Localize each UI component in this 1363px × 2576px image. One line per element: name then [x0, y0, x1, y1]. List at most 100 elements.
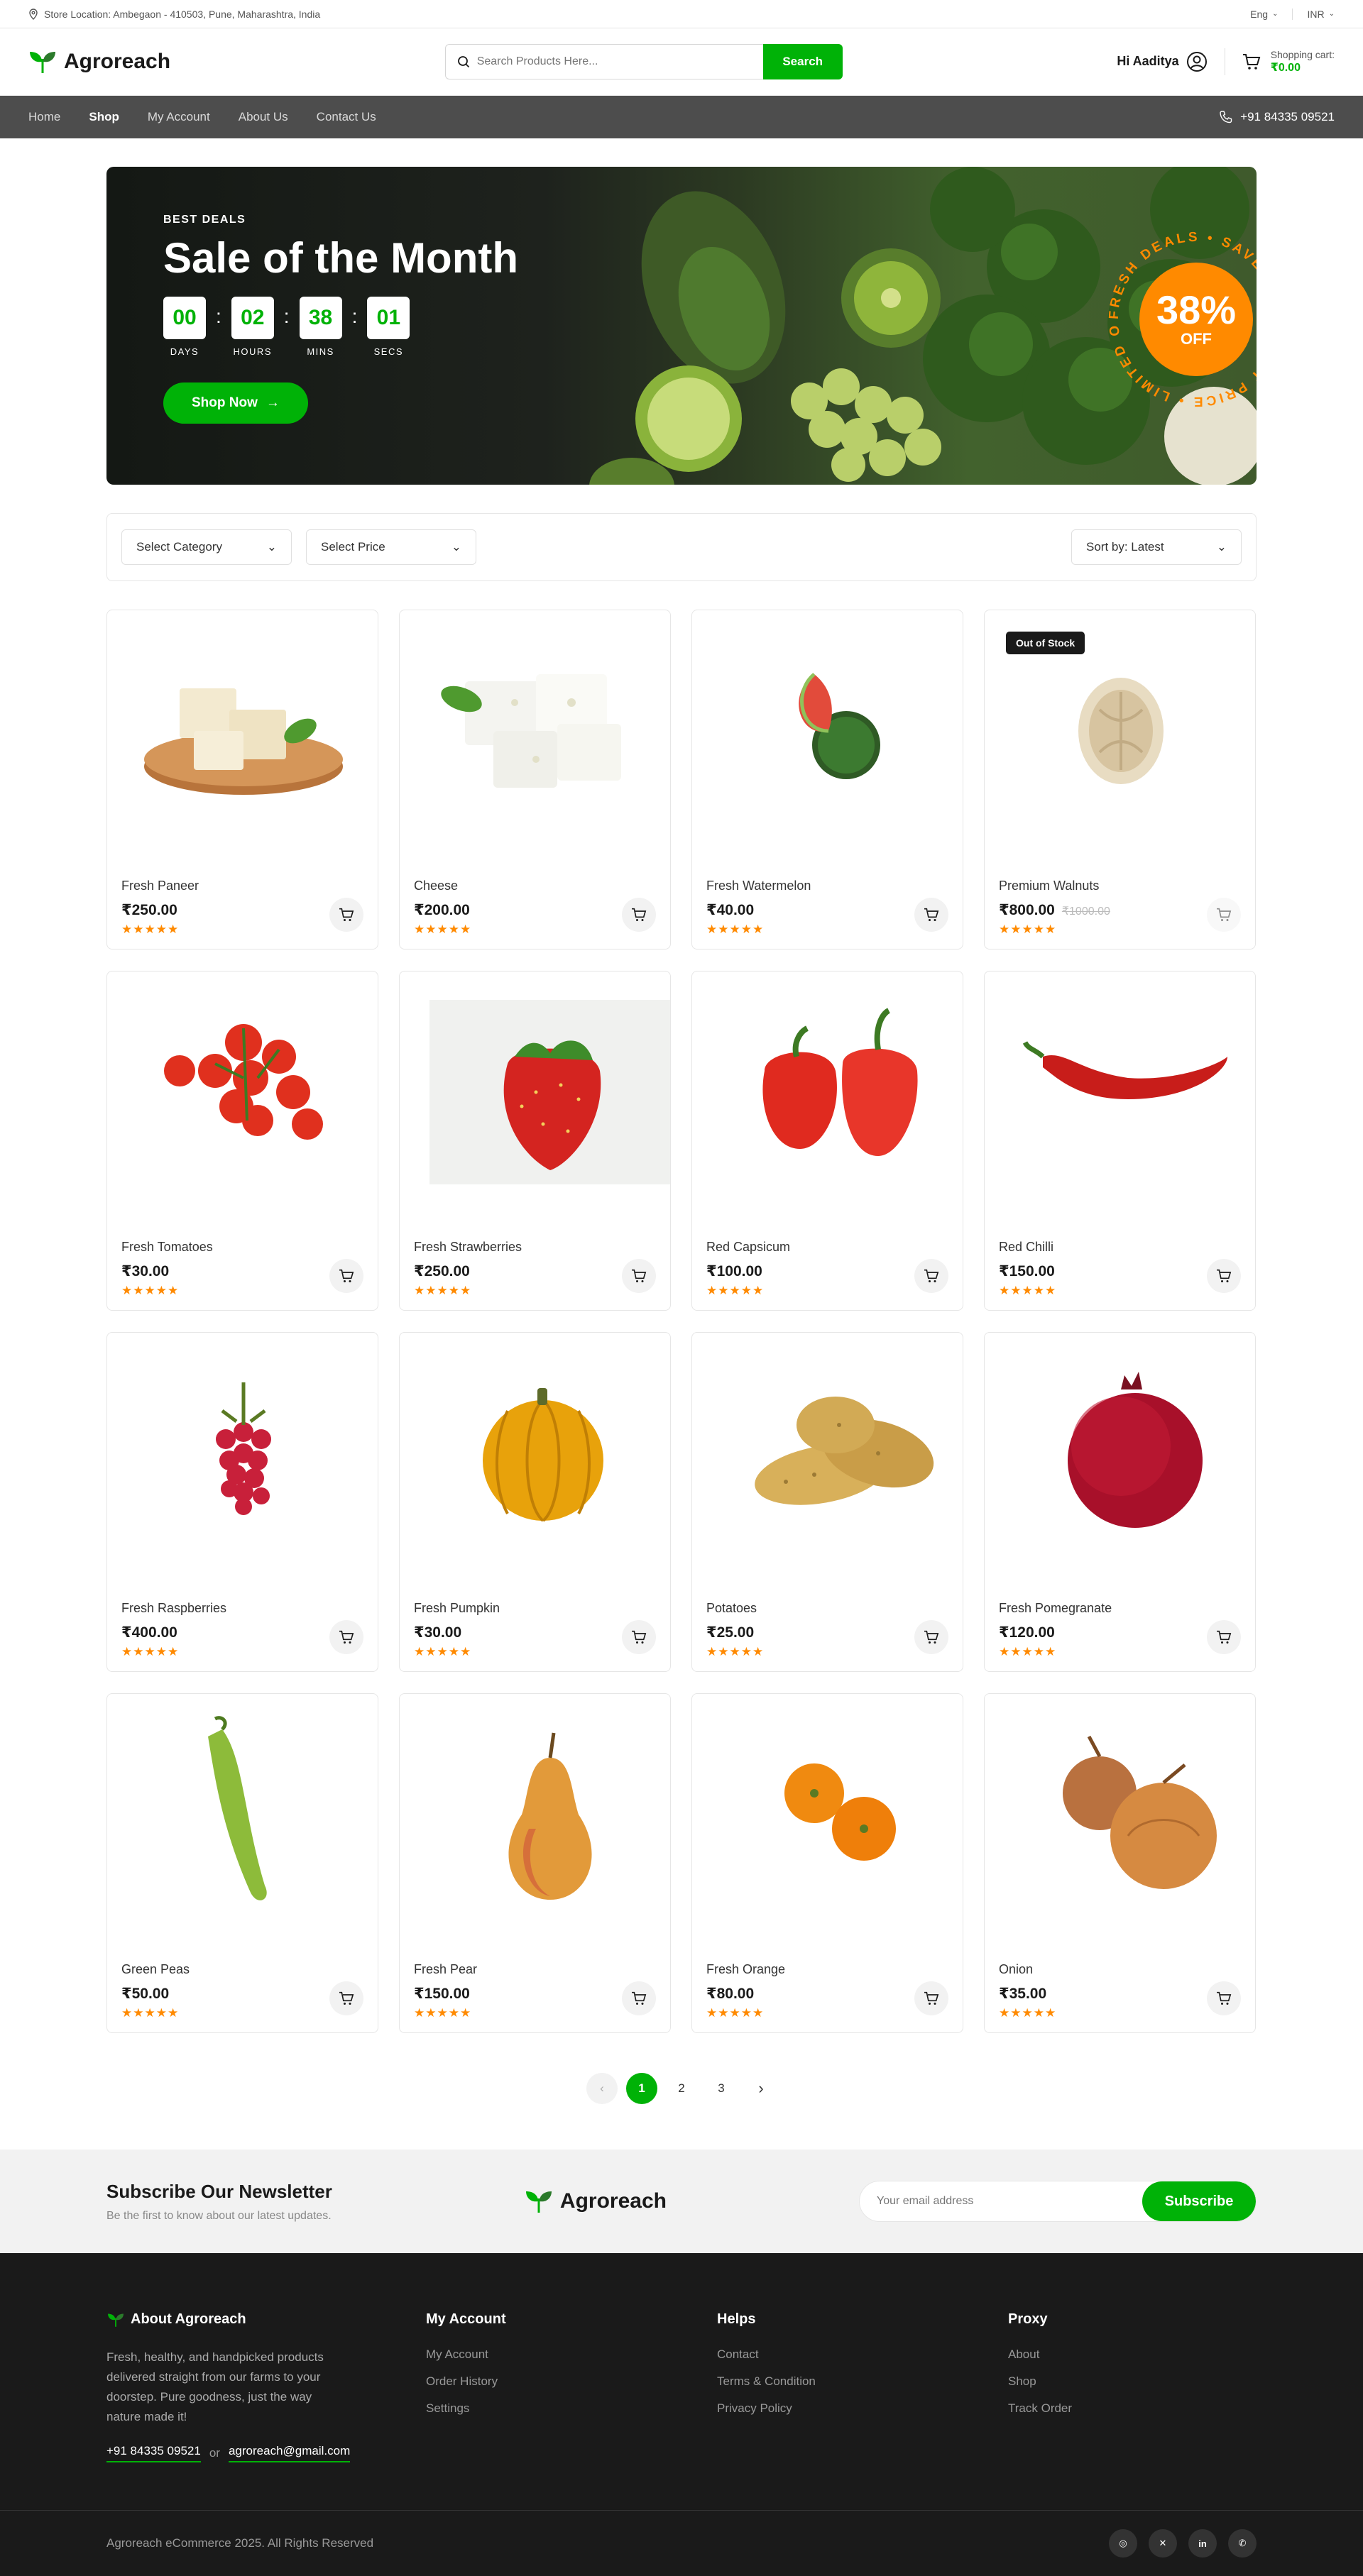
language-select[interactable]: Eng ⌄ [1250, 9, 1278, 20]
footer-link-my-account[interactable]: My Account [426, 2347, 717, 2362]
footer-link-order-history[interactable]: Order History [426, 2374, 717, 2389]
product-image[interactable] [999, 1347, 1242, 1560]
product-image[interactable] [706, 1708, 950, 1921]
add-to-cart-button[interactable] [914, 1259, 948, 1293]
footer-link-about[interactable]: About [1008, 2347, 1178, 2362]
product-name[interactable]: Fresh Pomegranate [999, 1601, 1112, 1616]
nav-link-home[interactable]: Home [28, 110, 60, 124]
product-name[interactable]: Fresh Tomatoes [121, 1240, 213, 1255]
add-to-cart-button[interactable] [622, 1259, 656, 1293]
product-image[interactable] [706, 624, 950, 837]
footer-email-link[interactable]: agroreach@gmail.com [228, 2444, 351, 2463]
product-name[interactable]: Fresh Raspberries [121, 1601, 226, 1616]
product-image[interactable] [999, 986, 1242, 1199]
product-name[interactable]: Fresh Pumpkin [414, 1601, 500, 1616]
footer-link-track-order[interactable]: Track Order [1008, 2401, 1178, 2416]
product-card[interactable]: Fresh Paneer ₹250.00 ★★★★★ [106, 610, 378, 950]
product-name[interactable]: Premium Walnuts [999, 879, 1099, 893]
product-name[interactable]: Potatoes [706, 1601, 757, 1616]
product-image[interactable] [414, 1347, 657, 1560]
footer-phone-link[interactable]: +91 84335 09521 [106, 2444, 201, 2463]
product-name[interactable]: Red Chilli [999, 1240, 1053, 1255]
product-card[interactable]: Fresh Raspberries ₹400.00 ★★★★★ [106, 1332, 378, 1672]
newsletter-brand-logo[interactable]: Agroreach [525, 2189, 667, 2214]
footer-link-terms-condition[interactable]: Terms & Condition [717, 2374, 1008, 2389]
product-name[interactable]: Onion [999, 1962, 1033, 1977]
add-to-cart-button[interactable] [329, 1981, 363, 2015]
product-name[interactable]: Fresh Orange [706, 1962, 785, 1977]
add-to-cart-button[interactable] [622, 898, 656, 932]
shop-now-button[interactable]: Shop Now → [163, 382, 308, 424]
add-to-cart-button[interactable] [914, 1620, 948, 1654]
pagination-prev-button[interactable]: ‹ [586, 2073, 618, 2104]
footer-link-settings[interactable]: Settings [426, 2401, 717, 2416]
add-to-cart-button[interactable] [329, 898, 363, 932]
newsletter-email-input[interactable] [860, 2181, 1142, 2221]
product-card[interactable]: Red Chilli ₹150.00 ★★★★★ [984, 971, 1256, 1311]
product-card[interactable]: Fresh Orange ₹80.00 ★★★★★ [691, 1693, 963, 2033]
add-to-cart-button[interactable] [329, 1620, 363, 1654]
product-name[interactable]: Fresh Watermelon [706, 879, 811, 893]
add-to-cart-button[interactable] [914, 1981, 948, 2015]
twitter-button[interactable]: ✕ [1149, 2529, 1177, 2558]
add-to-cart-button[interactable] [914, 898, 948, 932]
product-image[interactable] [414, 986, 670, 1199]
currency-select[interactable]: INR ⌄ [1307, 9, 1335, 20]
product-image[interactable] [706, 1347, 950, 1560]
product-name[interactable]: Red Capsicum [706, 1240, 790, 1255]
product-image[interactable] [121, 1708, 365, 1921]
product-card[interactable]: Fresh Watermelon ₹40.00 ★★★★★ [691, 610, 963, 950]
footer-link-privacy-policy[interactable]: Privacy Policy [717, 2401, 1008, 2416]
search-button[interactable]: Search [762, 44, 843, 79]
product-card[interactable]: Fresh Pumpkin ₹30.00 ★★★★★ [399, 1332, 671, 1672]
add-to-cart-button[interactable] [329, 1259, 363, 1293]
category-filter[interactable]: Select Category ⌄ [121, 529, 292, 565]
product-card[interactable]: Fresh Pomegranate ₹120.00 ★★★★★ [984, 1332, 1256, 1672]
product-image[interactable] [121, 1347, 365, 1560]
product-card[interactable]: Fresh Pear ₹150.00 ★★★★★ [399, 1693, 671, 2033]
subscribe-button[interactable]: Subscribe [1142, 2181, 1256, 2221]
header-cart[interactable]: Shopping cart: ₹0.00 [1224, 48, 1335, 76]
product-image[interactable] [121, 624, 365, 837]
product-card[interactable]: Onion ₹35.00 ★★★★★ [984, 1693, 1256, 2033]
add-to-cart-button[interactable] [622, 1981, 656, 2015]
pagination-page[interactable]: 2 [666, 2073, 697, 2104]
product-image[interactable] [414, 1708, 657, 1921]
brand-logo[interactable]: Agroreach [28, 49, 170, 75]
pagination-page[interactable]: 1 [626, 2073, 657, 2104]
pagination-page[interactable]: 3 [706, 2073, 737, 2104]
product-image[interactable] [999, 624, 1242, 837]
nav-link-about-us[interactable]: About Us [239, 110, 288, 124]
product-image[interactable] [706, 986, 950, 1199]
instagram-button[interactable]: ◎ [1109, 2529, 1137, 2558]
pagination-next-button[interactable]: › [745, 2073, 777, 2104]
sort-select[interactable]: Sort by: Latest ⌄ [1071, 529, 1242, 565]
price-filter[interactable]: Select Price ⌄ [306, 529, 476, 565]
product-name[interactable]: Cheese [414, 879, 458, 893]
whatsapp-button[interactable]: ✆ [1228, 2529, 1257, 2558]
add-to-cart-button[interactable] [1207, 1981, 1241, 2015]
product-name[interactable]: Fresh Paneer [121, 879, 199, 893]
product-card[interactable]: Potatoes ₹25.00 ★★★★★ [691, 1332, 963, 1672]
product-image[interactable] [414, 624, 657, 837]
product-card[interactable]: Fresh Tomatoes ₹30.00 ★★★★★ [106, 971, 378, 1311]
user-account[interactable]: Hi Aaditya [1117, 51, 1207, 72]
linkedin-button[interactable]: in [1188, 2529, 1217, 2558]
product-card[interactable]: Cheese ₹200.00 ★★★★★ [399, 610, 671, 950]
add-to-cart-button[interactable] [1207, 1620, 1241, 1654]
product-image[interactable] [999, 1708, 1242, 1921]
product-card[interactable]: Green Peas ₹50.00 ★★★★★ [106, 1693, 378, 2033]
product-image[interactable] [121, 986, 365, 1199]
footer-link-shop[interactable]: Shop [1008, 2374, 1178, 2389]
footer-link-contact[interactable]: Contact [717, 2347, 1008, 2362]
product-name[interactable]: Fresh Pear [414, 1962, 477, 1977]
product-name[interactable]: Fresh Strawberries [414, 1240, 522, 1255]
nav-phone[interactable]: +91 84335 09521 [1219, 110, 1335, 124]
search-input[interactable] [476, 55, 752, 68]
add-to-cart-button[interactable] [1207, 1259, 1241, 1293]
product-card[interactable]: Out of Stock Premium Walnuts ₹800.00 ₹1000.… [984, 610, 1256, 950]
product-name[interactable]: Green Peas [121, 1962, 190, 1977]
add-to-cart-button[interactable] [622, 1620, 656, 1654]
product-card[interactable]: Fresh Strawberries ₹250.00 ★★★★★ [399, 971, 671, 1311]
nav-link-shop[interactable]: Shop [89, 110, 119, 124]
